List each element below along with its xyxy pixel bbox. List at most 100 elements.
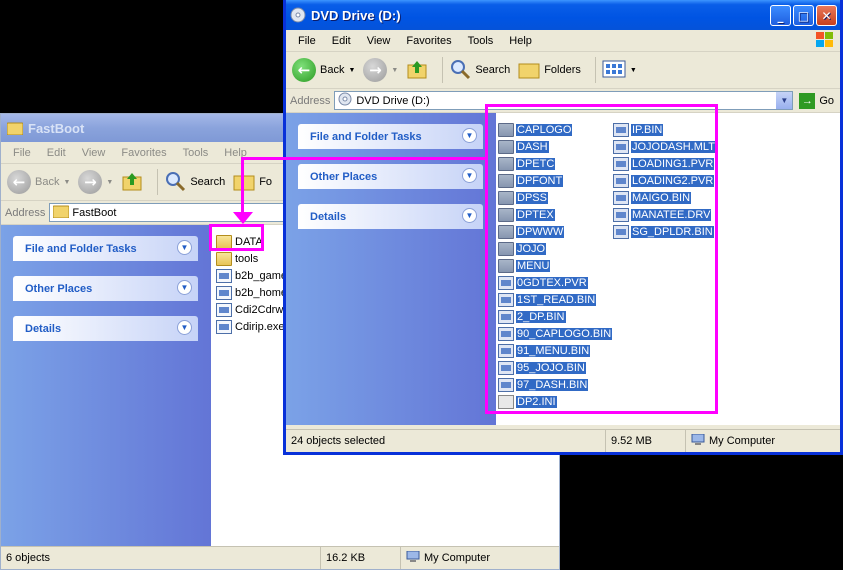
folders-button[interactable]: Fo [233,171,272,194]
file-icon [498,309,514,324]
dvd-icon [338,92,352,109]
up-button[interactable] [406,58,428,83]
menu-tools[interactable]: Tools [460,35,502,47]
file-item[interactable]: 90_CAPLOGO.BIN [498,325,613,342]
dvd-drive-window[interactable]: DVD Drive (D:) _ □ ✕ File Edit View Favo… [283,0,843,455]
file-item[interactable]: DPTEX [498,206,612,223]
address-dropdown-icon[interactable]: ▼ [776,92,793,109]
file-item[interactable]: MAIGO.BIN [613,189,716,206]
file-item[interactable]: JOJO [498,240,612,257]
file-icon [613,122,629,137]
chevron-down-icon[interactable]: ▼ [462,128,477,143]
file-item[interactable]: DPSS [498,189,612,206]
file-item[interactable]: DPWWW [498,223,612,240]
status-bar: 24 objects selected 9.52 MB My Computer [286,429,840,452]
folder-icon [498,190,514,205]
menu-favorites[interactable]: Favorites [398,35,459,47]
file-item[interactable]: DPFONT [498,172,612,189]
folder-icon [498,156,514,171]
file-item[interactable]: 95_JOJO.BIN [498,359,612,376]
chevron-down-icon[interactable]: ▼ [462,208,477,223]
go-button[interactable]: → Go [799,92,834,109]
file-icon [613,224,629,239]
window-title: FastBoot [28,120,85,136]
dropdown-icon: ▼ [348,66,356,74]
back-button[interactable]: ← Back ▼ [292,58,355,82]
file-item[interactable]: 97_DASH.BIN [498,376,612,393]
file-name: DPFONT [516,174,564,187]
dropdown-icon: ▼ [391,66,399,74]
search-button[interactable]: Search [449,58,510,83]
file-item[interactable]: LOADING1.PVR [613,155,716,172]
file-name: DASH [516,140,549,153]
address-value: FastBoot [72,206,117,219]
task-other-places[interactable]: Other Places ▼ [298,164,483,189]
back-button[interactable]: ← Back ▼ [7,170,70,194]
up-button[interactable] [121,170,143,195]
task-details[interactable]: Details ▼ [13,316,198,341]
file-item[interactable]: SG_DPLDR.BIN [613,223,716,240]
file-item[interactable]: DASH [498,138,612,155]
menu-view[interactable]: View [74,147,114,159]
chevron-down-icon[interactable]: ▼ [177,280,192,295]
file-item[interactable]: CAPLOGO [498,121,612,138]
dvd-titlebar[interactable]: DVD Drive (D:) _ □ ✕ [286,0,840,30]
task-other-places[interactable]: Other Places ▼ [13,276,198,301]
windows-logo-icon [814,31,836,52]
file-item[interactable]: MANATEE.DRV [613,206,716,223]
forward-button[interactable]: → ▼ [363,58,398,82]
chevron-down-icon[interactable]: ▼ [462,168,477,183]
file-item[interactable]: DPETC [498,155,612,172]
dropdown-icon: ▼ [106,178,114,186]
status-location: My Computer [401,547,559,569]
menu-help[interactable]: Help [501,35,540,47]
file-item[interactable]: MENU [498,257,612,274]
file-icon [613,156,629,171]
file-name: 95_JOJO.BIN [516,361,586,374]
file-item[interactable]: IP.BIN [613,121,716,138]
close-button[interactable]: ✕ [816,5,837,26]
menu-tools[interactable]: Tools [175,147,217,159]
task-file-folder[interactable]: File and Folder Tasks ▼ [298,124,483,149]
folders-button[interactable]: Folders [518,59,581,82]
file-item[interactable]: JOJODASH.MLT [613,138,716,155]
file-column-2: IP.BIN JOJODASH.MLT LOADING1.PVR LOADING2.P… [613,121,716,240]
menu-file[interactable]: File [5,147,39,159]
go-arrow-icon: → [799,92,816,109]
address-input[interactable]: DVD Drive (D:) ▼ [334,91,794,110]
minimize-button[interactable]: _ [770,5,791,26]
chevron-down-icon[interactable]: ▼ [177,320,192,335]
address-label: Address [5,206,46,219]
file-item[interactable]: LOADING2.PVR [613,172,716,189]
file-icon [498,326,514,341]
status-objects: 24 objects selected [286,430,606,452]
search-icon [449,58,471,83]
task-details[interactable]: Details ▼ [298,204,483,229]
file-item[interactable]: 91_MENU.BIN [498,342,612,359]
chevron-down-icon[interactable]: ▼ [177,240,192,255]
folder-icon [498,258,514,273]
file-name: DP2.INI [516,395,557,408]
toolbar-separator [157,169,159,195]
dvd-icon [290,7,306,23]
menu-edit[interactable]: Edit [324,35,359,47]
file-name: LOADING2.PVR [631,174,715,187]
file-list[interactable]: CAPLOGO DASH DPETC DPFONT DPSS DPTEX DPWWW JOJO… [496,113,840,425]
menu-edit[interactable]: Edit [39,147,74,159]
address-bar: Address DVD Drive (D:) ▼ → Go [286,89,840,113]
forward-button[interactable]: → ▼ [78,170,113,194]
file-item[interactable]: 1ST_READ.BIN [498,291,612,308]
forward-arrow-icon: → [363,58,388,82]
file-item[interactable]: DP2.INI [498,393,612,410]
task-file-folder[interactable]: File and Folder Tasks ▼ [13,236,198,261]
menu-file[interactable]: File [290,35,324,47]
menu-favorites[interactable]: Favorites [113,147,174,159]
menu-view[interactable]: View [359,35,399,47]
maximize-button[interactable]: □ [793,5,814,26]
views-button[interactable]: ▼ [602,59,637,82]
search-button[interactable]: Search [164,170,225,195]
file-item[interactable]: 0GDTEX.PVR [498,274,612,291]
file-name: 1ST_READ.BIN [516,293,597,306]
file-item[interactable]: 2_DP.BIN [498,308,612,325]
file-icon [613,207,629,222]
